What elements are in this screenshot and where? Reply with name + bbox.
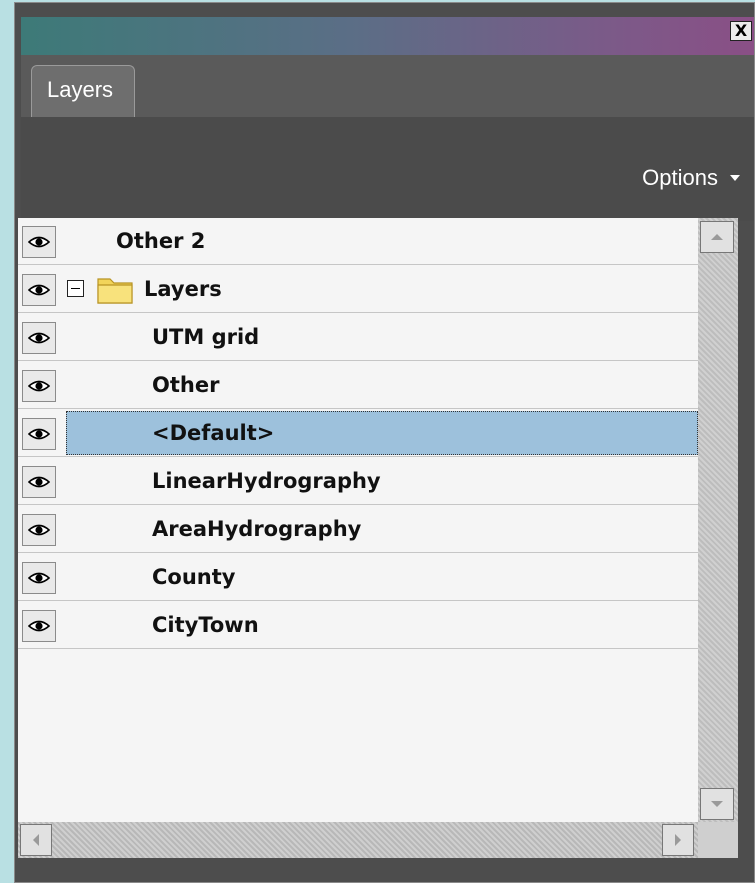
visibility-toggle[interactable] [18, 602, 59, 649]
scroll-left-button[interactable] [20, 824, 52, 856]
close-button[interactable]: X [730, 21, 752, 41]
minus-box-icon[interactable] [67, 280, 84, 297]
layer-label: County [152, 565, 236, 589]
layer-label: CityTown [152, 613, 259, 637]
visibility-toggle[interactable] [18, 458, 59, 505]
tab-strip: Layers [21, 55, 754, 117]
eye-icon [21, 513, 56, 546]
layer-label: Other 2 [116, 229, 206, 253]
layer-label: LinearHydrography [152, 469, 381, 493]
layer-row[interactable]: UTM grid [18, 314, 698, 361]
layer-label: Other [152, 373, 220, 397]
eye-icon [21, 609, 56, 642]
horizontal-scrollbar[interactable] [18, 822, 698, 858]
eye-icon [21, 321, 56, 354]
visibility-toggle[interactable] [18, 554, 59, 601]
layer-label: Layers [144, 277, 222, 301]
visibility-toggle[interactable] [18, 506, 59, 553]
layer-row[interactable]: CityTown [18, 602, 698, 649]
layer-row-selected[interactable]: <Default> [18, 410, 698, 457]
eye-icon [21, 561, 56, 594]
eye-icon [21, 465, 56, 498]
layer-row[interactable]: Other [18, 362, 698, 409]
options-label: Options [642, 165, 718, 190]
options-bar: Options [21, 117, 754, 221]
layer-label: <Default> [152, 421, 275, 445]
layer-row[interactable]: Other 2 [18, 218, 698, 265]
layer-list: Other 2 Layers UTM grid Other <Default> … [18, 218, 698, 822]
eye-icon [21, 225, 56, 258]
eye-icon [21, 273, 56, 306]
arrow-right-icon [675, 834, 681, 846]
scroll-right-button[interactable] [662, 824, 694, 856]
arrow-up-icon [711, 234, 723, 240]
scroll-down-button[interactable] [700, 788, 734, 820]
eye-icon [21, 369, 56, 402]
visibility-toggle[interactable] [18, 362, 59, 409]
layer-label: AreaHydrography [152, 517, 362, 541]
arrow-down-icon [711, 801, 723, 807]
layer-row[interactable]: AreaHydrography [18, 506, 698, 553]
visibility-toggle[interactable] [18, 410, 59, 457]
visibility-toggle[interactable] [18, 314, 59, 361]
options-menu-button[interactable]: Options [642, 165, 740, 191]
visibility-toggle[interactable] [18, 218, 59, 265]
layer-row[interactable]: LinearHydrography [18, 458, 698, 505]
eye-icon [21, 417, 56, 450]
arrow-left-icon [33, 834, 39, 846]
chevron-down-icon [730, 175, 740, 181]
visibility-toggle[interactable] [18, 266, 59, 313]
layer-label: UTM grid [152, 325, 260, 349]
scroll-up-button[interactable] [700, 221, 734, 253]
vertical-scrollbar[interactable] [698, 218, 738, 822]
tab-layers[interactable]: Layers [31, 65, 135, 117]
layer-row[interactable]: County [18, 554, 698, 601]
scrollbar-corner [698, 822, 738, 858]
layer-group-row[interactable]: Layers [18, 266, 698, 313]
folder-icon [96, 273, 134, 309]
panel-title-bar[interactable]: X [21, 17, 754, 55]
